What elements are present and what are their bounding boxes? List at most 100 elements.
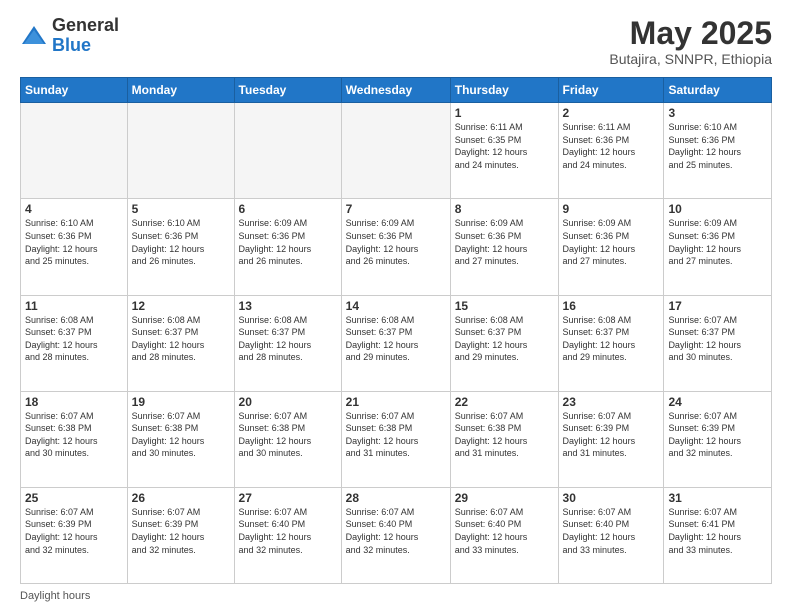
- calendar-cell: 7Sunrise: 6:09 AM Sunset: 6:36 PM Daylig…: [341, 199, 450, 295]
- location-subtitle: Butajira, SNNPR, Ethiopia: [609, 51, 772, 67]
- day-info: Sunrise: 6:07 AM Sunset: 6:40 PM Dayligh…: [563, 506, 660, 556]
- day-number: 8: [455, 202, 554, 216]
- day-info: Sunrise: 6:07 AM Sunset: 6:40 PM Dayligh…: [455, 506, 554, 556]
- calendar-cell: 17Sunrise: 6:07 AM Sunset: 6:37 PM Dayli…: [664, 295, 772, 391]
- day-number: 5: [132, 202, 230, 216]
- calendar-cell: 1Sunrise: 6:11 AM Sunset: 6:35 PM Daylig…: [450, 103, 558, 199]
- day-number: 30: [563, 491, 660, 505]
- day-info: Sunrise: 6:07 AM Sunset: 6:41 PM Dayligh…: [668, 506, 767, 556]
- day-header-tuesday: Tuesday: [234, 78, 341, 103]
- logo-icon: [20, 22, 48, 50]
- day-number: 4: [25, 202, 123, 216]
- day-info: Sunrise: 6:10 AM Sunset: 6:36 PM Dayligh…: [25, 217, 123, 267]
- day-number: 29: [455, 491, 554, 505]
- day-info: Sunrise: 6:09 AM Sunset: 6:36 PM Dayligh…: [563, 217, 660, 267]
- day-number: 18: [25, 395, 123, 409]
- day-number: 2: [563, 106, 660, 120]
- calendar-cell: 2Sunrise: 6:11 AM Sunset: 6:36 PM Daylig…: [558, 103, 664, 199]
- calendar-cell: [341, 103, 450, 199]
- calendar-cell: 28Sunrise: 6:07 AM Sunset: 6:40 PM Dayli…: [341, 487, 450, 583]
- calendar-cell: 19Sunrise: 6:07 AM Sunset: 6:38 PM Dayli…: [127, 391, 234, 487]
- calendar-cell: 22Sunrise: 6:07 AM Sunset: 6:38 PM Dayli…: [450, 391, 558, 487]
- day-number: 23: [563, 395, 660, 409]
- day-number: 9: [563, 202, 660, 216]
- calendar-cell: 25Sunrise: 6:07 AM Sunset: 6:39 PM Dayli…: [21, 487, 128, 583]
- day-number: 15: [455, 299, 554, 313]
- logo-text: General Blue: [52, 16, 119, 56]
- day-header-saturday: Saturday: [664, 78, 772, 103]
- day-number: 31: [668, 491, 767, 505]
- day-info: Sunrise: 6:11 AM Sunset: 6:36 PM Dayligh…: [563, 121, 660, 171]
- day-number: 24: [668, 395, 767, 409]
- calendar-cell: 16Sunrise: 6:08 AM Sunset: 6:37 PM Dayli…: [558, 295, 664, 391]
- day-info: Sunrise: 6:08 AM Sunset: 6:37 PM Dayligh…: [346, 314, 446, 364]
- day-number: 7: [346, 202, 446, 216]
- day-number: 6: [239, 202, 337, 216]
- day-info: Sunrise: 6:08 AM Sunset: 6:37 PM Dayligh…: [563, 314, 660, 364]
- calendar-cell: 8Sunrise: 6:09 AM Sunset: 6:36 PM Daylig…: [450, 199, 558, 295]
- day-number: 22: [455, 395, 554, 409]
- day-info: Sunrise: 6:07 AM Sunset: 6:40 PM Dayligh…: [239, 506, 337, 556]
- day-info: Sunrise: 6:07 AM Sunset: 6:38 PM Dayligh…: [132, 410, 230, 460]
- day-info: Sunrise: 6:09 AM Sunset: 6:36 PM Dayligh…: [239, 217, 337, 267]
- week-row-5: 25Sunrise: 6:07 AM Sunset: 6:39 PM Dayli…: [21, 487, 772, 583]
- calendar-cell: 12Sunrise: 6:08 AM Sunset: 6:37 PM Dayli…: [127, 295, 234, 391]
- day-info: Sunrise: 6:07 AM Sunset: 6:37 PM Dayligh…: [668, 314, 767, 364]
- calendar-cell: 13Sunrise: 6:08 AM Sunset: 6:37 PM Dayli…: [234, 295, 341, 391]
- daylight-hours-label: Daylight hours: [20, 590, 90, 602]
- month-title: May 2025: [609, 16, 772, 51]
- day-number: 14: [346, 299, 446, 313]
- week-row-1: 1Sunrise: 6:11 AM Sunset: 6:35 PM Daylig…: [21, 103, 772, 199]
- day-header-thursday: Thursday: [450, 78, 558, 103]
- day-info: Sunrise: 6:10 AM Sunset: 6:36 PM Dayligh…: [668, 121, 767, 171]
- calendar-cell: 3Sunrise: 6:10 AM Sunset: 6:36 PM Daylig…: [664, 103, 772, 199]
- calendar-table: SundayMondayTuesdayWednesdayThursdayFrid…: [20, 77, 772, 584]
- day-info: Sunrise: 6:09 AM Sunset: 6:36 PM Dayligh…: [346, 217, 446, 267]
- calendar-cell: 18Sunrise: 6:07 AM Sunset: 6:38 PM Dayli…: [21, 391, 128, 487]
- day-info: Sunrise: 6:07 AM Sunset: 6:39 PM Dayligh…: [668, 410, 767, 460]
- day-info: Sunrise: 6:07 AM Sunset: 6:39 PM Dayligh…: [25, 506, 123, 556]
- day-info: Sunrise: 6:07 AM Sunset: 6:38 PM Dayligh…: [346, 410, 446, 460]
- title-block: May 2025 Butajira, SNNPR, Ethiopia: [609, 16, 772, 67]
- day-number: 12: [132, 299, 230, 313]
- day-header-friday: Friday: [558, 78, 664, 103]
- day-header-wednesday: Wednesday: [341, 78, 450, 103]
- calendar-cell: 31Sunrise: 6:07 AM Sunset: 6:41 PM Dayli…: [664, 487, 772, 583]
- day-info: Sunrise: 6:07 AM Sunset: 6:38 PM Dayligh…: [239, 410, 337, 460]
- calendar-cell: 26Sunrise: 6:07 AM Sunset: 6:39 PM Dayli…: [127, 487, 234, 583]
- day-info: Sunrise: 6:09 AM Sunset: 6:36 PM Dayligh…: [455, 217, 554, 267]
- header: General Blue May 2025 Butajira, SNNPR, E…: [20, 16, 772, 67]
- logo-blue: Blue: [52, 35, 91, 55]
- logo-general: General: [52, 15, 119, 35]
- day-info: Sunrise: 6:08 AM Sunset: 6:37 PM Dayligh…: [239, 314, 337, 364]
- calendar-cell: 6Sunrise: 6:09 AM Sunset: 6:36 PM Daylig…: [234, 199, 341, 295]
- day-info: Sunrise: 6:08 AM Sunset: 6:37 PM Dayligh…: [455, 314, 554, 364]
- calendar-cell: 4Sunrise: 6:10 AM Sunset: 6:36 PM Daylig…: [21, 199, 128, 295]
- calendar-cell: 5Sunrise: 6:10 AM Sunset: 6:36 PM Daylig…: [127, 199, 234, 295]
- day-number: 10: [668, 202, 767, 216]
- calendar-cell: 20Sunrise: 6:07 AM Sunset: 6:38 PM Dayli…: [234, 391, 341, 487]
- day-number: 25: [25, 491, 123, 505]
- day-info: Sunrise: 6:08 AM Sunset: 6:37 PM Dayligh…: [132, 314, 230, 364]
- day-info: Sunrise: 6:09 AM Sunset: 6:36 PM Dayligh…: [668, 217, 767, 267]
- day-number: 28: [346, 491, 446, 505]
- day-info: Sunrise: 6:07 AM Sunset: 6:38 PM Dayligh…: [455, 410, 554, 460]
- logo: General Blue: [20, 16, 119, 56]
- day-info: Sunrise: 6:07 AM Sunset: 6:38 PM Dayligh…: [25, 410, 123, 460]
- day-header-monday: Monday: [127, 78, 234, 103]
- calendar-cell: [127, 103, 234, 199]
- day-number: 17: [668, 299, 767, 313]
- day-info: Sunrise: 6:08 AM Sunset: 6:37 PM Dayligh…: [25, 314, 123, 364]
- calendar-cell: 23Sunrise: 6:07 AM Sunset: 6:39 PM Dayli…: [558, 391, 664, 487]
- calendar-cell: 29Sunrise: 6:07 AM Sunset: 6:40 PM Dayli…: [450, 487, 558, 583]
- day-number: 11: [25, 299, 123, 313]
- footer-note: Daylight hours: [20, 590, 772, 602]
- calendar-cell: [234, 103, 341, 199]
- page: General Blue May 2025 Butajira, SNNPR, E…: [0, 0, 792, 612]
- header-row: SundayMondayTuesdayWednesdayThursdayFrid…: [21, 78, 772, 103]
- day-info: Sunrise: 6:07 AM Sunset: 6:39 PM Dayligh…: [563, 410, 660, 460]
- week-row-2: 4Sunrise: 6:10 AM Sunset: 6:36 PM Daylig…: [21, 199, 772, 295]
- day-info: Sunrise: 6:11 AM Sunset: 6:35 PM Dayligh…: [455, 121, 554, 171]
- calendar-cell: 14Sunrise: 6:08 AM Sunset: 6:37 PM Dayli…: [341, 295, 450, 391]
- calendar-cell: 24Sunrise: 6:07 AM Sunset: 6:39 PM Dayli…: [664, 391, 772, 487]
